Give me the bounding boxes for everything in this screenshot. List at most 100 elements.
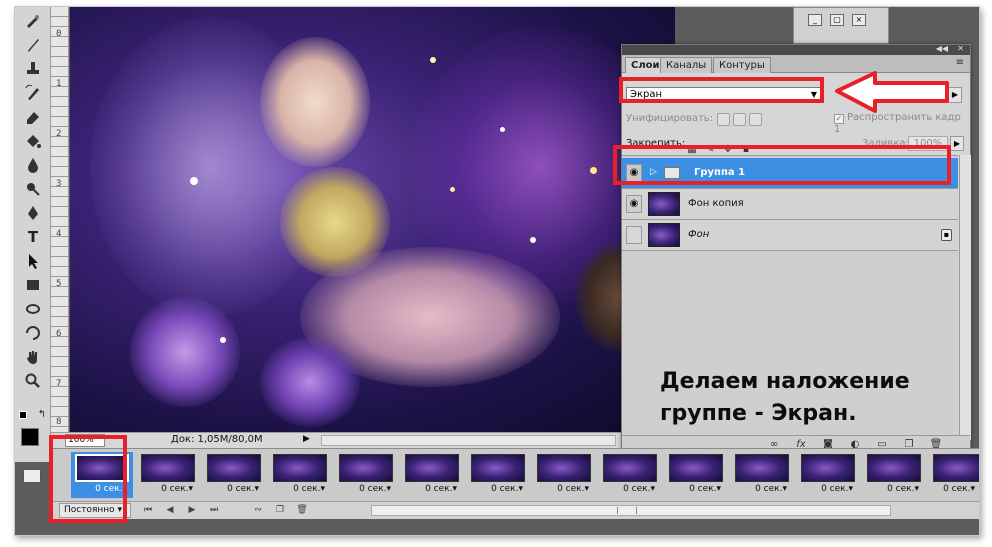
dodge-icon[interactable] [21, 179, 45, 199]
highlight-first-frame [49, 435, 127, 523]
timeline-frame[interactable]: 0 сек.▾ [599, 452, 661, 498]
first-frame-icon[interactable]: ⏮ [141, 504, 155, 517]
quick-mask-icon[interactable] [23, 469, 41, 483]
tween-icon[interactable]: ∾ [251, 504, 265, 517]
default-colors-icon[interactable] [19, 411, 27, 419]
unify-style-icon[interactable] [749, 113, 762, 126]
ruler-mark: 8 [56, 417, 62, 427]
restore-icon[interactable]: ▢ [830, 14, 844, 26]
frame-delay[interactable]: 0 сек.▾ [467, 484, 529, 494]
frame-delay[interactable]: 0 сек.▾ [203, 484, 265, 494]
unify-visibility-icon[interactable] [733, 113, 746, 126]
annotation-line: группе - Экран. [660, 401, 857, 426]
clone-stamp-icon[interactable] [21, 59, 45, 79]
frame-delay[interactable]: 0 сек.▾ [929, 484, 979, 494]
ruler-mark: 6 [56, 329, 62, 339]
layer-row-background-copy[interactable]: ◉ Фон копия [622, 189, 958, 220]
document-canvas[interactable] [70, 7, 675, 432]
frame-delay[interactable]: 0 сек.▾ [731, 484, 793, 494]
frame-delay[interactable]: 0 сек.▾ [797, 484, 859, 494]
timeline-frame[interactable]: 0 сек.▾ [533, 452, 595, 498]
frame-thumbnail [405, 454, 459, 482]
layer-row-background[interactable]: Фон ▪ [622, 220, 958, 251]
frame-delay[interactable]: 0 сек.▾ [599, 484, 661, 494]
lock-icon: ▪ [941, 229, 952, 241]
eye-icon[interactable]: ◉ [626, 195, 642, 213]
timeline-frame[interactable]: 0 сек.▾ [401, 452, 463, 498]
frame-thumbnail [669, 454, 723, 482]
close-icon[interactable]: ✕ [957, 44, 964, 53]
layer-name: Фон копия [688, 198, 744, 209]
frame-thumbnail [801, 454, 855, 482]
foreground-color-swatch[interactable] [21, 428, 39, 446]
timeline-frame[interactable]: 0 сек.▾ [467, 452, 529, 498]
panel-titlebar[interactable]: ◀◀ ✕ [622, 44, 970, 55]
frame-delay[interactable]: 0 сек.▾ [335, 484, 397, 494]
frame-thumbnail [471, 454, 525, 482]
panel-menu-icon[interactable]: ≡ [956, 57, 964, 68]
next-frame-icon[interactable]: ⏭ [207, 504, 221, 517]
unify-position-icon[interactable] [717, 113, 730, 126]
timeline-frame[interactable]: 0 сек.▾ [731, 452, 793, 498]
timeline-controls: Постоянно ▾ ⏮ ◀ ▶ ⏭ ∾ ❐ 🗑︎ [51, 501, 979, 519]
frame-delay[interactable]: 0 сек.▾ [665, 484, 727, 494]
hand-icon[interactable] [21, 347, 45, 367]
timeline-frame[interactable]: 0 сек.▾ [863, 452, 925, 498]
history-brush-icon[interactable] [21, 83, 45, 103]
zoom-icon[interactable] [21, 371, 45, 391]
ruler-mark: 1 [56, 79, 62, 89]
previous-frame-icon[interactable]: ◀ [163, 504, 177, 517]
blur-icon[interactable] [21, 155, 45, 175]
healing-brush-icon[interactable] [21, 11, 45, 31]
horizontal-scrollbar[interactable] [321, 435, 616, 446]
frame-delay[interactable]: 0 сек.▾ [137, 484, 199, 494]
timeline-frame[interactable]: 0 сек.▾ [797, 452, 859, 498]
animation-timeline: 0 сек.▾ 0 сек.▾ 0 сек.▾ 0 сек.▾ 0 сек.▾ … [51, 448, 979, 519]
timeline-frame[interactable]: 0 сек.▾ [269, 452, 331, 498]
annotation-line: Делаем наложение [660, 369, 910, 394]
frame-delay[interactable]: 0 сек.▾ [401, 484, 463, 494]
minimize-icon[interactable]: _ [808, 14, 822, 26]
tab-channels[interactable]: Каналы [660, 57, 713, 73]
pen-icon[interactable] [21, 203, 45, 223]
collapse-icon[interactable]: ◀◀ [936, 44, 948, 53]
arrow-icon [835, 71, 949, 113]
ruler-mark: 0 [56, 29, 62, 39]
duplicate-frame-icon[interactable]: ❐ [273, 504, 287, 517]
fill-slider-arrow-icon[interactable]: ▶ [950, 136, 964, 151]
frame-thumbnail [735, 454, 789, 482]
rectangle-icon[interactable] [21, 275, 45, 295]
3d-orbit-icon[interactable] [21, 323, 45, 343]
flower-left-image [130, 297, 240, 407]
timeline-frame[interactable]: 0 сек.▾ [665, 452, 727, 498]
eraser-icon[interactable] [21, 107, 45, 127]
annotation-text: Делаем наложение группе - Экран. [660, 366, 940, 430]
visibility-toggle[interactable] [626, 226, 642, 244]
tab-paths[interactable]: Контуры [713, 57, 771, 73]
swap-colors-icon[interactable]: ↰ [35, 405, 49, 425]
type-icon[interactable]: T [21, 227, 45, 247]
frame-delay[interactable]: 0 сек.▾ [533, 484, 595, 494]
scroll-grip[interactable] [617, 507, 637, 514]
timeline-frame[interactable]: 0 сек.▾ [929, 452, 979, 498]
path-selection-icon[interactable] [21, 251, 45, 271]
unify-buttons [717, 111, 765, 130]
timeline-frame[interactable]: 0 сек.▾ [203, 452, 265, 498]
layers-list: ◉ ▷ Группа 1 ◉ Фон копия Фон ▪ Делаем на… [622, 155, 958, 440]
highlight-blend-mode [619, 77, 824, 103]
timeline-frame[interactable]: 0 сек.▾ [137, 452, 199, 498]
play-icon[interactable]: ▶ [185, 504, 199, 517]
timeline-frame[interactable]: 0 сек.▾ [335, 452, 397, 498]
frame-delay[interactable]: 0 сек.▾ [269, 484, 331, 494]
paint-bucket-icon[interactable] [21, 131, 45, 151]
layer-thumbnail [648, 223, 680, 247]
timeline-scrollbar[interactable] [371, 505, 891, 516]
status-menu-button[interactable]: ▶ [303, 434, 310, 444]
brush-icon[interactable] [21, 35, 45, 55]
close-icon[interactable]: × [852, 14, 866, 26]
layers-scrollbar[interactable] [959, 155, 971, 440]
frame-delay[interactable]: 0 сек.▾ [863, 484, 925, 494]
toolbox: T ↰ [15, 7, 51, 483]
3d-rotate-icon[interactable] [21, 299, 45, 319]
delete-frame-icon[interactable]: 🗑︎ [295, 504, 309, 517]
